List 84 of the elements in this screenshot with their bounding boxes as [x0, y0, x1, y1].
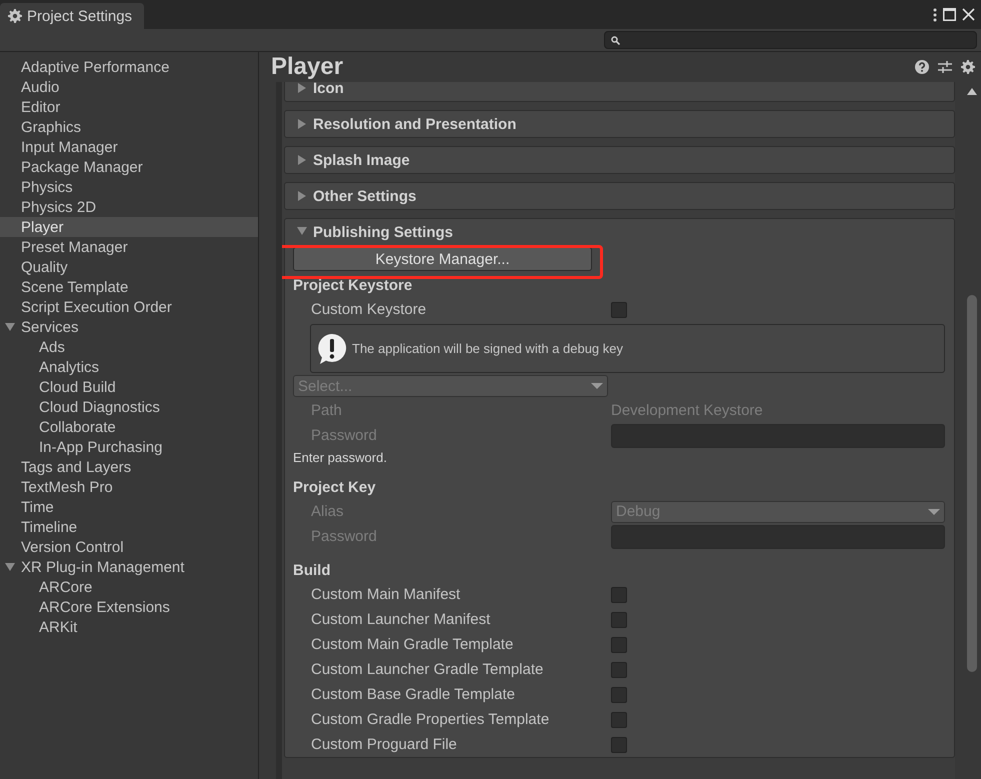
foldout-arrow-icon[interactable]: [5, 323, 15, 331]
setting-label: Custom Proguard File: [310, 736, 458, 753]
search-field[interactable]: [604, 31, 977, 49]
sidebar-item[interactable]: ARCore Extensions: [0, 597, 258, 617]
close-icon[interactable]: [962, 8, 975, 20]
checkbox[interactable]: [611, 302, 627, 318]
checkbox[interactable]: [611, 612, 627, 628]
sidebar-item[interactable]: Ads: [0, 337, 258, 357]
sidebar-item[interactable]: Physics: [0, 177, 258, 197]
foldout-arrow-icon[interactable]: [5, 563, 15, 571]
foldout-arrow-icon[interactable]: [298, 155, 306, 165]
foldout-header[interactable]: Publishing Settings: [285, 219, 954, 245]
keystore-manager-button[interactable]: Keystore Manager...: [293, 247, 592, 271]
setting-label: Custom Keystore: [310, 301, 428, 318]
sidebar-item[interactable]: Audio: [0, 77, 258, 97]
scroll-up-icon[interactable]: [967, 88, 977, 95]
sidebar-item[interactable]: Cloud Diagnostics: [0, 397, 258, 417]
sidebar-item[interactable]: In-App Purchasing: [0, 437, 258, 457]
sidebar-item[interactable]: Services: [0, 317, 258, 337]
foldout-header[interactable]: Resolution and Presentation: [285, 111, 954, 137]
sidebar-item[interactable]: Preset Manager: [0, 237, 258, 257]
sidebar-item[interactable]: Analytics: [0, 357, 258, 377]
sidebar-item[interactable]: Script Execution Order: [0, 297, 258, 317]
sidebar-item[interactable]: ARKit: [0, 617, 258, 637]
password-field[interactable]: [611, 524, 945, 548]
sidebar-item[interactable]: Timeline: [0, 517, 258, 537]
sidebar-item[interactable]: Scene Template: [0, 277, 258, 297]
foldout-arrow-icon[interactable]: [297, 227, 307, 235]
help-icon[interactable]: [915, 60, 929, 74]
foldout-header[interactable]: Other Settings: [285, 183, 954, 209]
setting-value: Development Keystore: [611, 402, 764, 419]
foldout-arrow-icon[interactable]: [298, 191, 306, 201]
setting-label: Password: [310, 427, 378, 444]
help-message: The application will be signed with a debug key: [352, 341, 624, 356]
sidebar-item[interactable]: Adaptive Performance: [0, 57, 258, 77]
setting-label: Custom Main Gradle Template: [310, 636, 514, 653]
foldout-header[interactable]: Icon: [285, 82, 954, 101]
setting-label: Custom Gradle Properties Template: [310, 711, 550, 728]
setting-label: Custom Launcher Manifest: [310, 611, 492, 628]
sliders-icon[interactable]: [938, 60, 952, 74]
warning-icon: [317, 332, 347, 364]
sidebar-item[interactable]: Package Manager: [0, 157, 258, 177]
foldout-arrow-icon[interactable]: [298, 119, 306, 129]
settings-icon[interactable]: [8, 9, 22, 23]
more-icon[interactable]: [933, 8, 937, 22]
sidebar-item[interactable]: Cloud Build: [0, 377, 258, 397]
sidebar-item[interactable]: Time: [0, 497, 258, 517]
setting-label: Password: [310, 528, 378, 545]
setting-label: Custom Launcher Gradle Template: [310, 661, 544, 678]
setting-label: Path: [310, 402, 343, 419]
sidebar-item[interactable]: Graphics: [0, 117, 258, 137]
group-heading: Build: [293, 560, 332, 580]
sidebar-item[interactable]: ARCore: [0, 577, 258, 597]
page-title: Player: [271, 53, 344, 81]
password-field[interactable]: [611, 424, 945, 448]
group-heading: Project Key: [293, 478, 377, 498]
foldout-arrow-icon[interactable]: [298, 83, 306, 93]
scrollbar-thumb[interactable]: [967, 295, 977, 672]
group-heading: Project Keystore: [293, 276, 414, 296]
sidebar-item[interactable]: Input Manager: [0, 137, 258, 157]
setting-label: Alias: [310, 503, 345, 520]
sidebar-item[interactable]: Physics 2D: [0, 197, 258, 217]
hint-text: Enter password.: [293, 448, 388, 466]
checkbox[interactable]: [611, 686, 627, 702]
checkbox[interactable]: [611, 712, 627, 728]
checkbox[interactable]: [611, 736, 627, 752]
checkbox[interactable]: [611, 586, 627, 602]
foldout-header[interactable]: Splash Image: [285, 147, 954, 173]
sidebar-item[interactable]: Collaborate: [0, 417, 258, 437]
maximize-icon[interactable]: [943, 8, 956, 20]
setting-label: Custom Main Manifest: [310, 586, 462, 603]
checkbox[interactable]: [611, 662, 627, 678]
checkbox[interactable]: [611, 636, 627, 652]
window-tab[interactable]: Project Settings: [0, 3, 144, 29]
settings-icon[interactable]: [961, 60, 975, 74]
setting-label: Custom Base Gradle Template: [310, 686, 516, 703]
search-icon: [611, 36, 620, 44]
sidebar-item[interactable]: Quality: [0, 257, 258, 277]
sidebar-item[interactable]: Version Control: [0, 537, 258, 557]
sidebar-item[interactable]: Tags and Layers: [0, 457, 258, 477]
sidebar-item[interactable]: Player: [0, 217, 258, 237]
sidebar-item[interactable]: XR Plug-in Management: [0, 557, 258, 577]
sidebar-item[interactable]: Editor: [0, 97, 258, 117]
sidebar-item[interactable]: TextMesh Pro: [0, 477, 258, 497]
